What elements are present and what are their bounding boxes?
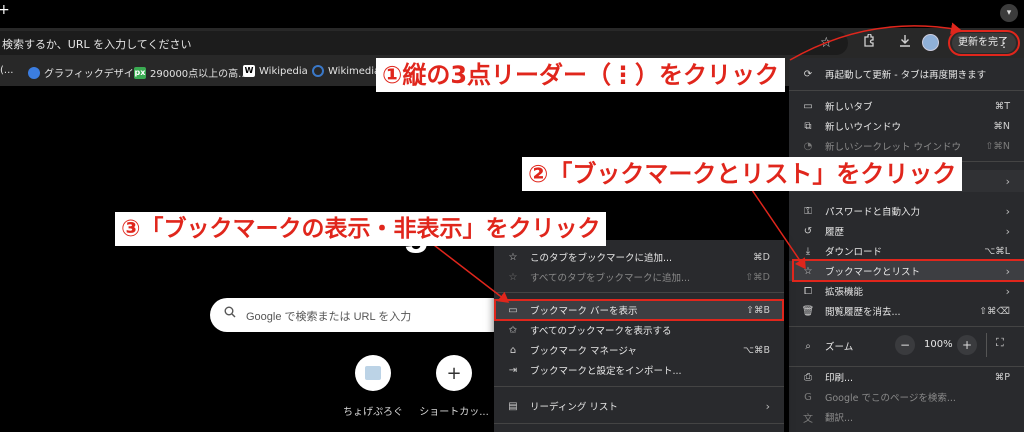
arrow-step2 — [751, 189, 806, 270]
annotation-step2: ②「ブックマークとリスト」をクリック — [522, 157, 963, 191]
arrow-step1 — [789, 22, 962, 61]
arrow-step3 — [429, 241, 510, 303]
annotation-step1: ①縦の3点リーダー（⋮）をクリック — [376, 58, 786, 92]
annotation-step3: ③「ブックマークの表示・非表示」をクリック — [115, 212, 607, 246]
